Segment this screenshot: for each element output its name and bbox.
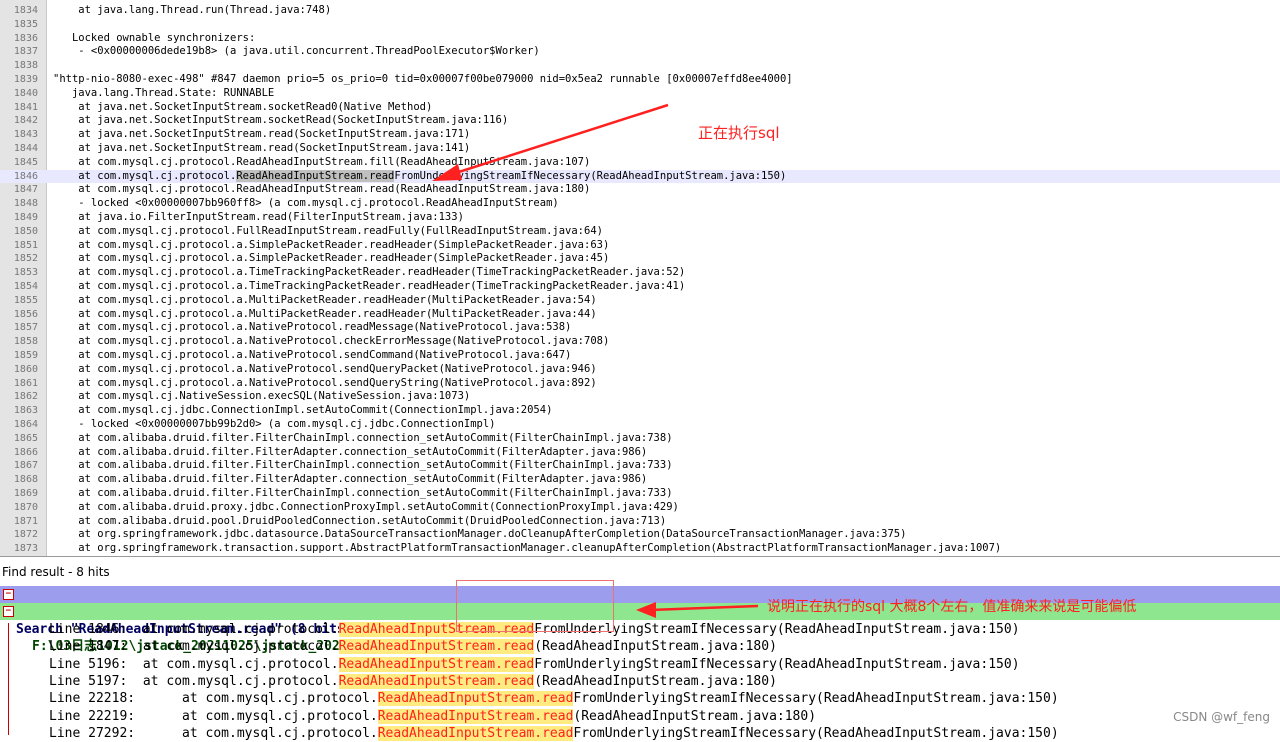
annotation-arrow-count [636, 602, 759, 618]
watermark: CSDN @wf_feng [1173, 710, 1270, 724]
annotation-count-note: 说明正在执行的sql 大概8个左右，值准确来来说是可能偏低 [767, 599, 1137, 615]
